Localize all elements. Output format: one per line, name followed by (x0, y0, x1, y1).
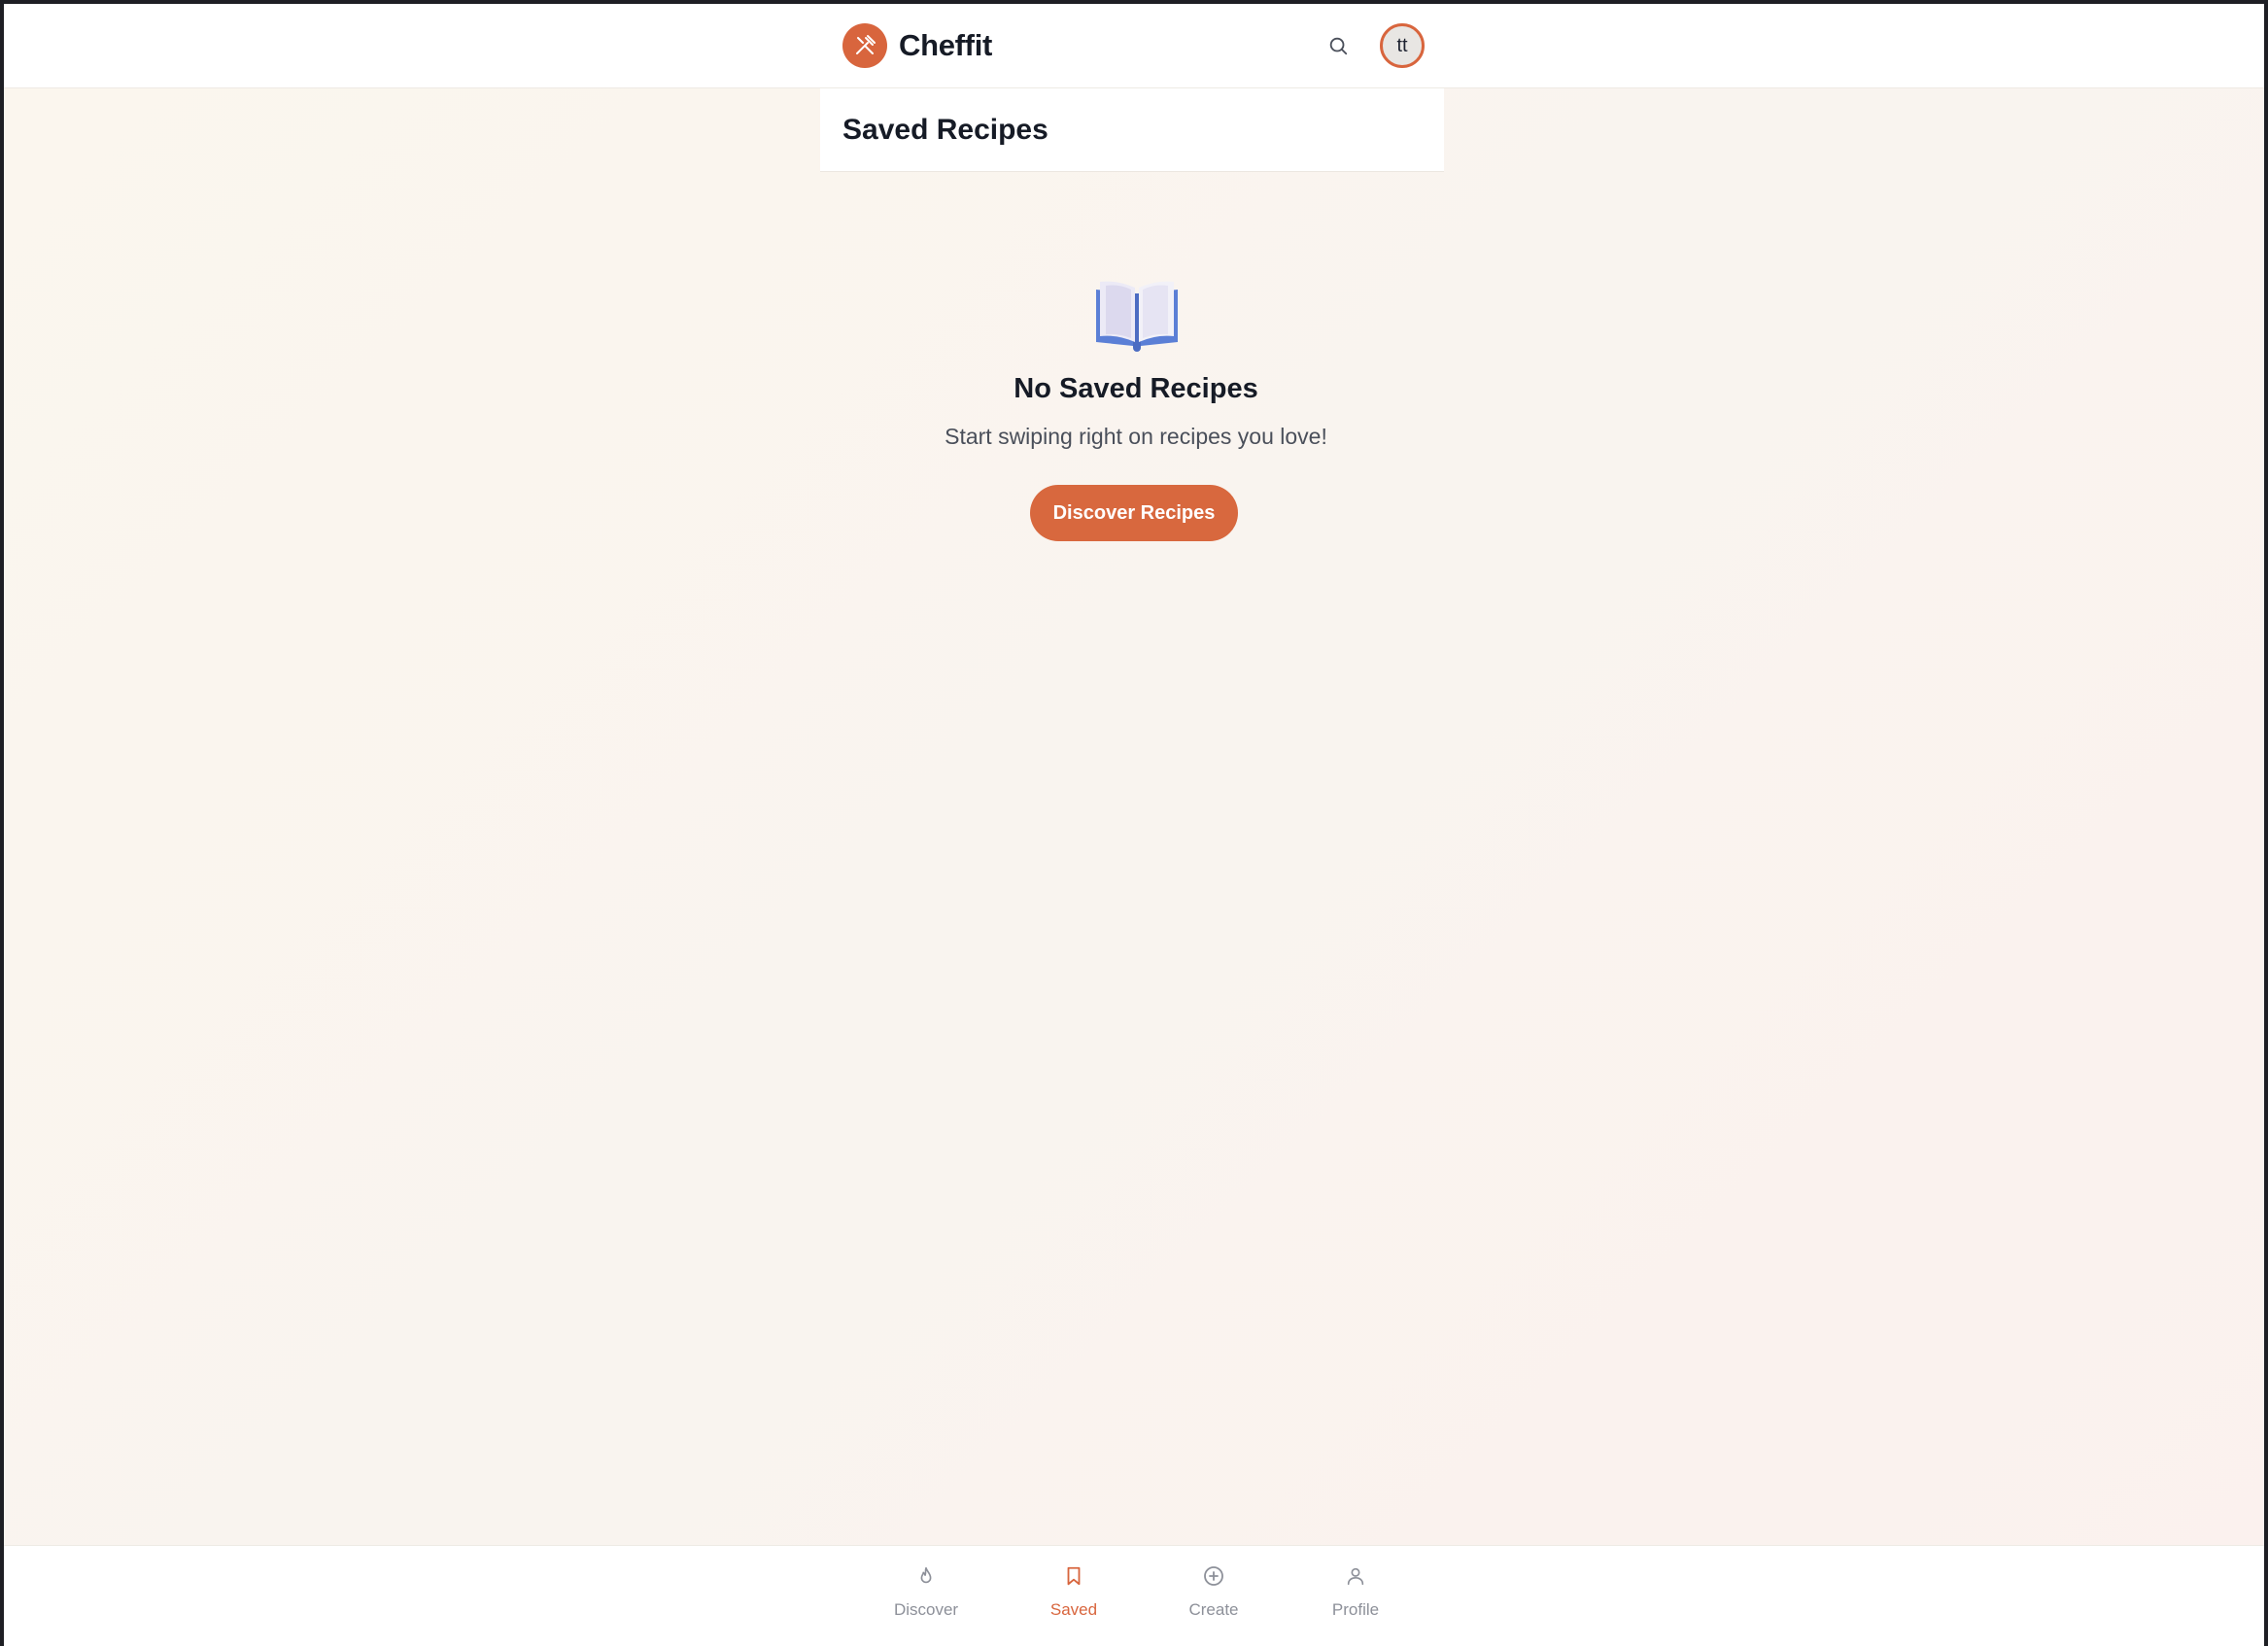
bottom-nav: Discover Saved Create Profile (4, 1545, 2264, 1646)
page-title-bar: Saved Recipes (820, 88, 1444, 172)
search-icon[interactable] (1325, 33, 1351, 58)
brand-name: Cheffit (899, 28, 993, 62)
nav-item-create[interactable]: Create (1160, 1563, 1267, 1633)
top-header: Cheffit tt (4, 4, 2264, 88)
empty-state-heading: No Saved Recipes (1014, 373, 1258, 404)
user-icon (1343, 1563, 1368, 1589)
app-viewport: Cheffit tt Saved Recipes No Saved Recipe… (4, 4, 2264, 1646)
nav-label-profile: Profile (1331, 1600, 1380, 1619)
nav-label-discover: Discover (893, 1600, 959, 1619)
avatar-initials: tt (1396, 34, 1408, 56)
plus-circle-icon (1201, 1563, 1226, 1589)
avatar[interactable]: tt (1380, 23, 1425, 68)
empty-state-subtext: Start swiping right on recipes you love! (945, 424, 1327, 449)
nav-item-profile[interactable]: Profile (1302, 1563, 1409, 1633)
nav-label-create: Create (1188, 1600, 1239, 1619)
bookmark-icon (1061, 1563, 1086, 1589)
fork-knife-icon (842, 23, 887, 68)
flame-icon (913, 1563, 939, 1589)
nav-label-saved: Saved (1049, 1600, 1098, 1619)
nav-item-discover[interactable]: Discover (873, 1563, 979, 1633)
page-title: Saved Recipes (842, 114, 1048, 146)
discover-recipes-button[interactable]: Discover Recipes (1030, 485, 1238, 541)
nav-item-saved[interactable]: Saved (1020, 1563, 1127, 1633)
brand[interactable]: Cheffit (842, 23, 992, 68)
open-book-icon (1090, 278, 1184, 356)
